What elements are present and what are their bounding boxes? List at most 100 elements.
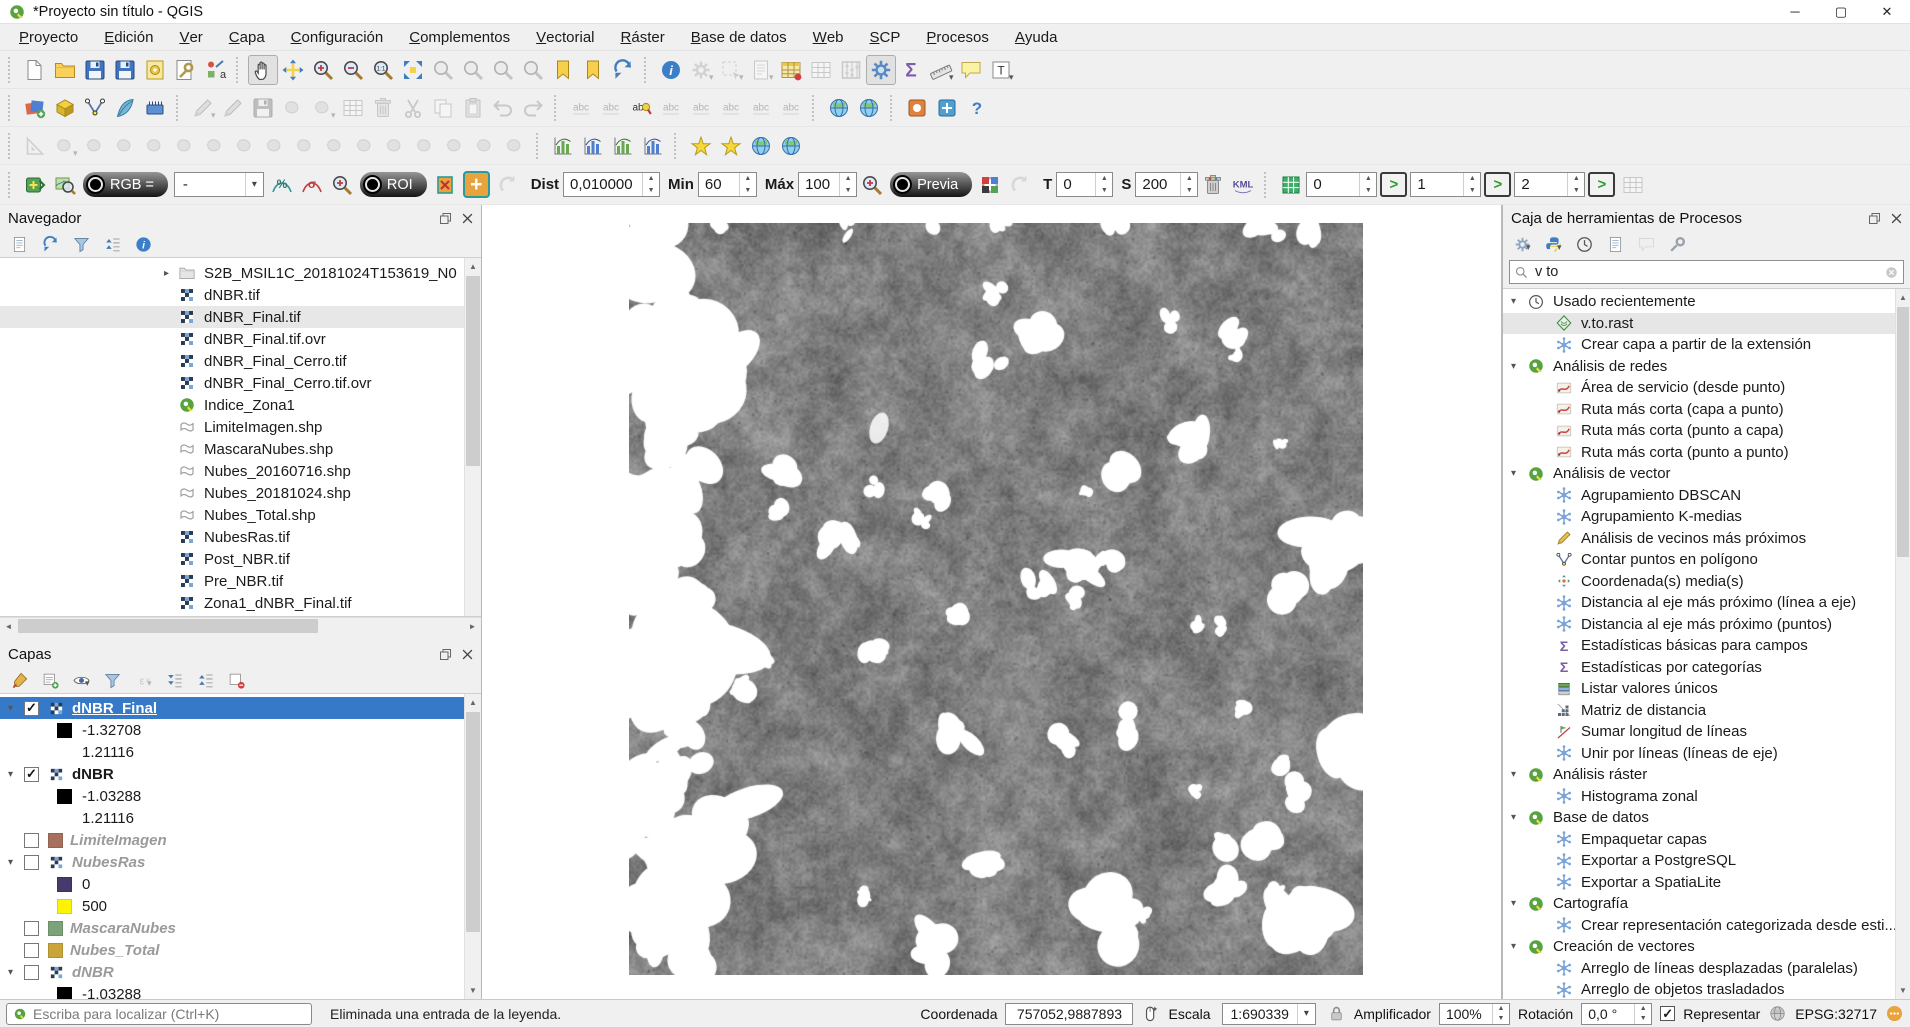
browser-item[interactable]: NubesRas.tif [0, 526, 464, 548]
dist-spinbox[interactable]: 0,010000 ▲▼ [563, 172, 660, 197]
refresh-map[interactable] [608, 55, 638, 85]
browser-item[interactable]: LimiteImagen.shp [0, 416, 464, 438]
processing-options-button[interactable] [1666, 233, 1688, 255]
scrollbar-thumb[interactable] [1897, 307, 1909, 557]
modify-attributes[interactable] [338, 93, 368, 123]
metasearch[interactable] [824, 93, 854, 123]
processing-algorithm[interactable]: Empaquetar capas [1503, 829, 1895, 851]
zoom-last[interactable] [488, 55, 518, 85]
select-by-value[interactable]: ▾ [746, 55, 776, 85]
processing-algorithm[interactable]: Estadísticas por categorías [1503, 657, 1895, 679]
browser-item[interactable]: ▸S2B_MSIL1C_20181024T153619_N0 [0, 262, 464, 284]
menu-edici-n[interactable]: Edición [91, 24, 166, 51]
new-print-layout[interactable] [140, 55, 170, 85]
history-button[interactable] [1573, 233, 1595, 255]
coordinate-input[interactable]: 757052,9887893 [1005, 1003, 1133, 1025]
scp-kml-export-button[interactable] [1228, 170, 1258, 200]
maximize-button[interactable]: ▢ [1818, 0, 1864, 24]
menu-ver[interactable]: Ver [166, 24, 215, 51]
layer-labeling-options[interactable] [566, 93, 596, 123]
rotate-feature[interactable] [80, 131, 110, 161]
scroll-up-icon[interactable]: ▲ [465, 694, 481, 711]
rotate-point-symbols[interactable] [470, 131, 500, 161]
manage-map-themes-button[interactable]: ▾ [70, 669, 92, 691]
expander-icon[interactable]: ▾ [1511, 296, 1527, 307]
expand-all-button[interactable] [163, 669, 185, 691]
processing-algorithm[interactable]: Arreglo de líneas desplazadas (paralelas… [1503, 958, 1895, 980]
move-feature[interactable]: ▾ [50, 131, 80, 161]
remove-layer-button[interactable] [225, 669, 247, 691]
expander-icon[interactable]: ▾ [1511, 941, 1527, 952]
processing-algorithm[interactable]: Contar puntos en polígono [1503, 549, 1895, 571]
add-group-button[interactable] [39, 669, 61, 691]
split-features[interactable] [350, 131, 380, 161]
browser-vertical-scrollbar[interactable]: ▲ [464, 258, 481, 616]
layer-checkbox[interactable] [24, 855, 39, 870]
band0-go-button[interactable]: > [1380, 172, 1407, 197]
expander-icon[interactable]: ▾ [8, 769, 24, 780]
style-manager[interactable] [200, 55, 230, 85]
add-feature[interactable] [278, 93, 308, 123]
field-calculator[interactable] [836, 55, 866, 85]
run-feature-action[interactable]: ▾ [686, 55, 716, 85]
delete-selected[interactable] [368, 93, 398, 123]
scp-signature-table-button[interactable] [1618, 170, 1648, 200]
layers-vertical-scrollbar[interactable]: ▲ ▼ [464, 694, 481, 999]
rotate-label[interactable] [746, 93, 776, 123]
layer-checkbox[interactable]: ✓ [24, 767, 39, 782]
scroll-up-icon[interactable]: ▲ [1896, 289, 1910, 306]
processing-group[interactable]: ▾Base de datos [1503, 807, 1895, 829]
layout-manager[interactable] [170, 55, 200, 85]
processing-algorithm[interactable]: Distancia al eje más próximo (línea a ej… [1503, 592, 1895, 614]
expander-icon[interactable]: ▾ [1511, 812, 1527, 823]
edit-features-in-place-button[interactable] [1635, 233, 1657, 255]
magnifier-spinbox[interactable]: 100% ▲▼ [1439, 1003, 1510, 1025]
close-panel-icon[interactable] [460, 211, 475, 226]
scp-redo-roi-button[interactable] [493, 170, 523, 200]
stddev-stretch[interactable] [638, 131, 668, 161]
scrollbar-thumb[interactable] [466, 712, 480, 932]
new-project[interactable] [20, 55, 50, 85]
processing-algorithm[interactable]: Área de servicio (desde punto) [1503, 377, 1895, 399]
spin-arrows[interactable]: ▲▼ [1567, 173, 1584, 196]
cut-features[interactable] [398, 93, 428, 123]
plugin-tool-orange[interactable] [902, 93, 932, 123]
scrollbar-thumb[interactable] [466, 276, 480, 466]
merge-features[interactable] [410, 131, 440, 161]
toggle-editing[interactable] [218, 93, 248, 123]
close-panel-icon[interactable] [1889, 211, 1904, 226]
expander-icon[interactable]: ▾ [1511, 769, 1527, 780]
render-checkbox[interactable]: ✓ [1660, 1006, 1675, 1021]
band1-go-button[interactable]: > [1484, 172, 1511, 197]
star-tool-a[interactable] [686, 131, 716, 161]
processing-algorithm[interactable]: Sumar longitud de líneas [1503, 721, 1895, 743]
simplify-feature[interactable] [110, 131, 140, 161]
processing-toolbox[interactable] [866, 55, 896, 85]
processing-group[interactable]: ▾Análisis ráster [1503, 764, 1895, 786]
processing-algorithm[interactable]: Unir por líneas (líneas de eje) [1503, 743, 1895, 765]
layer-item[interactable]: ▾NubesRas [0, 851, 464, 873]
open-attribute-table[interactable] [776, 55, 806, 85]
cad-tools[interactable] [20, 131, 50, 161]
spin-arrows[interactable]: ▲▼ [739, 173, 756, 196]
models-button[interactable]: ▾ [1511, 233, 1533, 255]
processing-algorithm[interactable]: Matriz de distancia [1503, 700, 1895, 722]
browser-item[interactable]: Zona1_dNBR_Final.tif [0, 592, 464, 614]
scp-spectral-plot-button[interactable] [267, 170, 297, 200]
scp-add-roi-button[interactable]: + [463, 171, 490, 198]
add-selected-layers-button[interactable] [8, 233, 30, 255]
collapse-all-button[interactable] [101, 233, 123, 255]
processing-algorithm[interactable]: Exportar a SpatiaLite [1503, 872, 1895, 894]
scroll-down-icon[interactable]: ▼ [465, 982, 481, 999]
scroll-down-icon[interactable]: ▼ [1896, 982, 1910, 999]
local-cumulative-cut-stretch[interactable] [548, 131, 578, 161]
band1-spinbox[interactable]: 1 ▲▼ [1410, 172, 1481, 197]
scp-zoom-preview-button[interactable] [857, 170, 887, 200]
browser-item[interactable]: dNBR_Final.tif [0, 306, 464, 328]
processing-algorithm[interactable]: Agrupamiento K-medias [1503, 506, 1895, 528]
fill-ring[interactable] [200, 131, 230, 161]
zoom-to-layer[interactable] [458, 55, 488, 85]
layer-item[interactable]: LimiteImagen [0, 829, 464, 851]
menu-scp[interactable]: SCP [857, 24, 914, 51]
menu-configuraci-n[interactable]: Configuración [278, 24, 397, 51]
